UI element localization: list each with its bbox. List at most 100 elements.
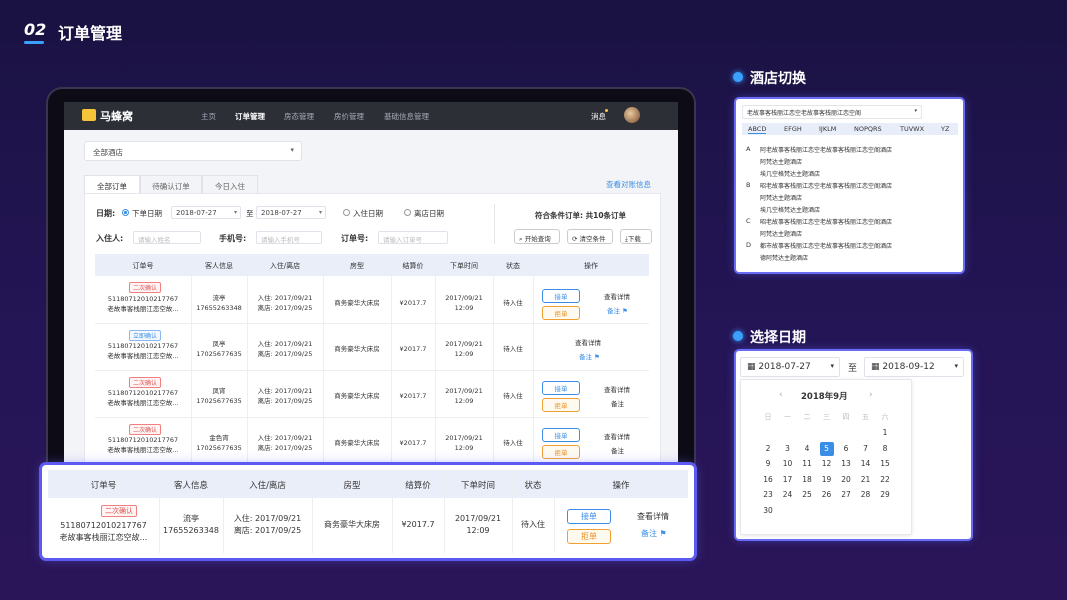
nav-orders[interactable]: 订单管理 (235, 111, 265, 122)
view-detail-link[interactable]: 查看详情 (637, 511, 669, 522)
calendar-day[interactable]: 27 (839, 488, 853, 502)
view-detail-link[interactable]: 查看详情 (575, 337, 601, 347)
start-date-picker[interactable]: 2018-07-27 ▾ (171, 206, 241, 219)
accept-button[interactable]: 接单 (542, 381, 580, 395)
tab-today-checkin[interactable]: 今日入住 (202, 175, 258, 193)
order-number[interactable]: 51180712010217767 (48, 520, 159, 531)
room-type: 商务豪华大床房 (334, 345, 380, 353)
tab-yz[interactable]: YZ (941, 125, 949, 133)
hotel-option[interactable]: 昭老故事客栈丽江恋空老故事客栈丽江恋空阁酒店 (760, 217, 892, 226)
nav-room-price[interactable]: 房价管理 (334, 111, 364, 122)
calendar-day[interactable]: 25 (800, 488, 814, 502)
calendar-day[interactable]: 18 (800, 473, 814, 487)
tab-nopqrs[interactable]: NOPQRS (854, 125, 882, 133)
range-end-input[interactable]: ▦ 2018-09-12 ▾ (864, 357, 964, 377)
order-no-input[interactable]: 请输入订单号 (378, 231, 448, 244)
hotel-option[interactable]: 埃几空格梵达主题酒店 (760, 205, 820, 214)
calendar-day[interactable]: 22 (878, 473, 892, 487)
view-detail-link[interactable]: 查看详情 (604, 431, 630, 441)
calendar-day[interactable]: 7 (859, 442, 873, 456)
calendar-day[interactable]: 4 (800, 442, 814, 456)
tab-efgh[interactable]: EFGH (784, 125, 802, 133)
view-detail-link[interactable]: 查看详情 (604, 291, 630, 301)
note-link[interactable]: 备注 ⚑ (607, 305, 628, 315)
reject-button[interactable]: 拒单 (542, 398, 580, 412)
hotel-option[interactable]: 德阿梵达主题酒店 (760, 253, 808, 262)
avatar[interactable] (624, 107, 640, 123)
hotel-option[interactable]: 埃几空格梵达主题酒店 (760, 169, 820, 178)
calendar-day[interactable]: 5 (819, 441, 834, 456)
end-date-picker[interactable]: 2018-07-27 ▾ (256, 206, 326, 219)
tab-pending-orders[interactable]: 待确认订单 (140, 175, 202, 193)
checkin-date-radio[interactable] (343, 209, 350, 216)
calendar-day[interactable]: 30 (761, 504, 775, 518)
note-link[interactable]: 备注 (611, 398, 624, 408)
calendar-day[interactable]: 2 (761, 442, 775, 456)
accept-button[interactable]: 接单 (567, 509, 611, 524)
hotel-option[interactable]: 阿梵达主题酒店 (760, 229, 802, 238)
hotel-option[interactable]: 都市故事客栈丽江恋空老故事客栈丽江恋空阁酒店 (760, 241, 892, 250)
calendar-day[interactable]: 9 (761, 457, 775, 471)
calendar-day[interactable]: 29 (878, 488, 892, 502)
calendar-day[interactable]: 6 (839, 442, 853, 456)
calendar-day[interactable]: 19 (820, 473, 834, 487)
messages-link[interactable]: 消息 (591, 111, 606, 122)
checkout-date-radio[interactable] (404, 209, 411, 216)
calendar-day[interactable]: 1 (878, 426, 892, 440)
nav-room-status[interactable]: 房态管理 (284, 111, 314, 122)
clear-button[interactable]: ⟳ 清空条件 (567, 229, 613, 244)
reject-button[interactable]: 拒单 (542, 306, 580, 320)
hotel-option[interactable]: 阿梵达主题酒店 (760, 193, 802, 202)
calendar-day[interactable]: 13 (839, 457, 853, 471)
calendar-day[interactable]: 23 (761, 488, 775, 502)
calendar-day[interactable]: 10 (781, 457, 795, 471)
calendar-day[interactable]: 12 (820, 457, 834, 471)
calendar-day[interactable]: 20 (839, 473, 853, 487)
order-number[interactable]: 51180712010217767 (95, 342, 191, 351)
hotel-switch-select[interactable]: 老故事客栈丽江恋空老故事客栈丽江恋空阁 ▾ (742, 105, 922, 119)
guest-input[interactable]: 请输入姓名 (133, 231, 201, 244)
download-button[interactable]: ⤓下载 (620, 229, 652, 244)
tab-abcd[interactable]: ABCD (748, 125, 767, 134)
weekday-label: 五 (862, 413, 869, 421)
hotel-option[interactable]: 昭老故事客栈丽江恋空老故事客栈丽江恋空阁酒店 (760, 181, 892, 190)
order-number[interactable]: 51180712010217767 (95, 436, 191, 445)
hotel-option[interactable]: 阿梵达主题酒店 (760, 157, 802, 166)
tab-tuvwx[interactable]: TUVWX (900, 125, 924, 133)
hotel-option[interactable]: 阿老故事客栈丽江恋空老故事客栈丽江恋空阁酒店 (760, 145, 892, 154)
range-start-input[interactable]: ▦ 2018-07-27 ▾ (740, 357, 840, 377)
note-link[interactable]: 备注 ⚑ (641, 528, 667, 539)
hotel-select[interactable]: 全部酒店 ▾ (84, 141, 302, 161)
order-date-radio[interactable] (122, 209, 129, 216)
order-number[interactable]: 51180712010217767 (95, 389, 191, 398)
calendar-day[interactable]: 3 (781, 442, 795, 456)
calendar-day[interactable]: 21 (859, 473, 873, 487)
calendar-day[interactable]: 24 (781, 488, 795, 502)
calendar-day[interactable]: 8 (878, 442, 892, 456)
view-detail-link[interactable]: 查看详情 (604, 384, 630, 394)
calendar-day[interactable]: 17 (781, 473, 795, 487)
accept-button[interactable]: 接单 (542, 428, 580, 442)
nav-home[interactable]: 主页 (201, 111, 216, 122)
calendar-day[interactable]: 16 (761, 473, 775, 487)
calendar-day[interactable]: 26 (820, 488, 834, 502)
search-button[interactable]: ⌕ 开始查询 (514, 229, 560, 244)
reject-button[interactable]: 拒单 (567, 529, 611, 544)
accept-button[interactable]: 接单 (542, 289, 580, 303)
note-link[interactable]: 备注 ⚑ (579, 351, 600, 361)
calendar-day[interactable]: 14 (859, 457, 873, 471)
hotel-switch-panel: 老故事客栈丽江恋空老故事客栈丽江恋空阁 ▾ ABCD EFGH IJKLM NO… (736, 99, 963, 272)
calendar-day[interactable]: 28 (859, 488, 873, 502)
calendar-day[interactable]: 15 (878, 457, 892, 471)
reconcile-link[interactable]: 查看对账信息 (606, 179, 651, 190)
nav-basic-info[interactable]: 基础信息管理 (384, 111, 429, 122)
tab-all-orders[interactable]: 全部订单 (84, 175, 140, 193)
calendar-day[interactable]: 11 (800, 457, 814, 471)
prev-month-icon[interactable]: ‹ (779, 390, 783, 400)
note-link[interactable]: 备注 (611, 445, 624, 455)
order-number[interactable]: 51180712010217767 (95, 295, 191, 304)
phone-input[interactable]: 请输入手机号 (256, 231, 322, 244)
reject-button[interactable]: 拒单 (542, 445, 580, 459)
next-month-icon[interactable]: › (869, 390, 873, 400)
tab-ijklm[interactable]: IJKLM (819, 125, 836, 133)
